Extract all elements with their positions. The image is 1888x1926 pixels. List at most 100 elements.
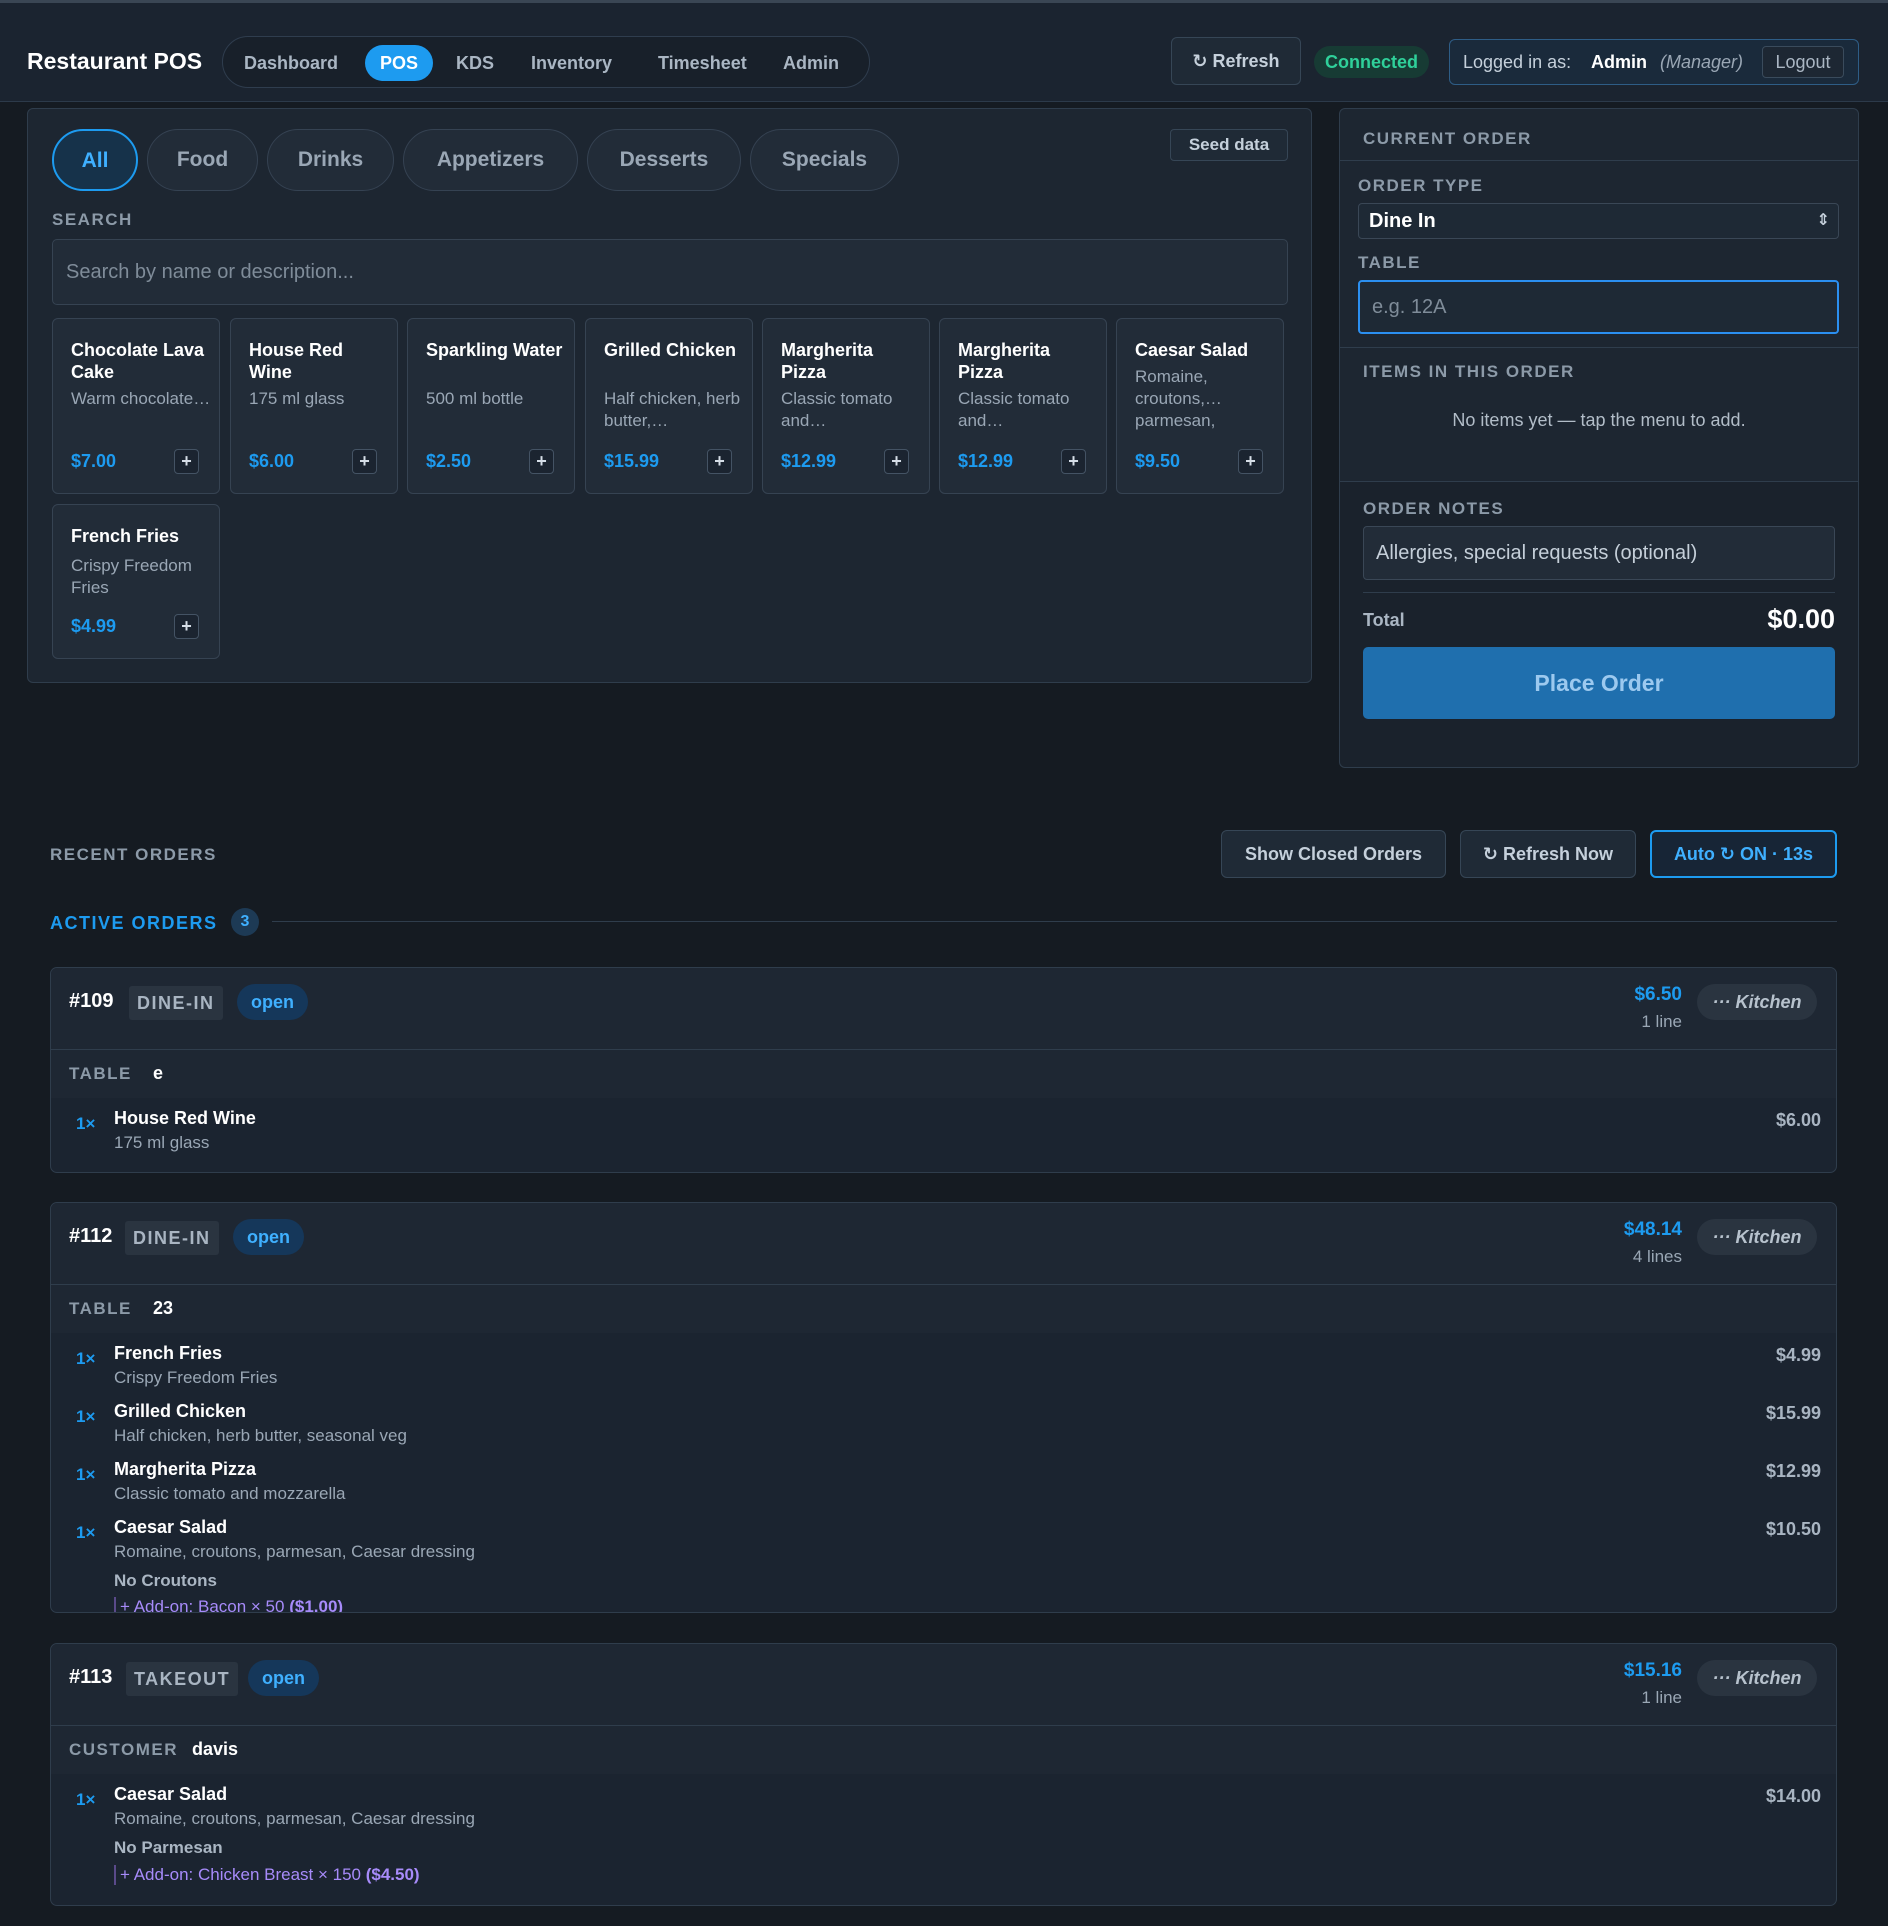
menu-item-card[interactable]: French Fries Crispy Freedom Fries $4.99 … — [52, 504, 220, 659]
nav-admin[interactable]: Admin — [768, 45, 854, 81]
send-to-kitchen-button[interactable]: ··· Kitchen — [1697, 1660, 1817, 1696]
user-box: Logged in as: Admin (Manager) Logout — [1449, 39, 1859, 85]
table-input[interactable]: e.g. 12A — [1358, 280, 1839, 334]
menu-item-name: House Red Wine — [249, 340, 344, 382]
menu-item-card[interactable]: Margherita Pizza Classic tomato and… $12… — [762, 318, 930, 494]
addon-price: ($1.00) — [289, 1597, 344, 1613]
order-number: #112 — [69, 1225, 113, 1247]
user-name: Admin — [1591, 52, 1647, 72]
order-meta-value: e — [153, 1063, 164, 1083]
menu-item-desc: Crispy Freedom Fries — [71, 556, 192, 597]
main-nav: Dashboard POS KDS Inventory Timesheet Ad… — [222, 36, 870, 88]
items-label: ITEMS IN THIS ORDER — [1363, 362, 1575, 381]
category-food[interactable]: Food — [147, 129, 258, 191]
order-type-badge: TAKEOUT — [126, 1662, 239, 1696]
menu-item-desc: Classic tomato and… — [781, 389, 893, 430]
add-item-button[interactable]: + — [529, 449, 554, 474]
menu-item-card[interactable]: Chocolate Lava Cake Warm chocolate… $7.0… — [52, 318, 220, 494]
line-price: $12.99 — [1765, 1461, 1821, 1481]
menu-item-name: Chocolate Lava Cake — [71, 340, 205, 382]
place-order-button[interactable]: Place Order — [1363, 647, 1835, 719]
search-input[interactable]: Search by name or description... — [52, 239, 1288, 305]
category-drinks[interactable]: Drinks — [267, 129, 394, 191]
menu-item-desc: Half chicken, herb butter,… — [604, 389, 741, 430]
line-price: $4.99 — [1775, 1345, 1821, 1365]
logout-button[interactable]: Logout — [1762, 46, 1844, 78]
nav-dashboard[interactable]: Dashboard — [229, 45, 353, 81]
order-total: $15.16 — [1623, 1660, 1682, 1681]
menu-item-name: Sparkling Water — [426, 340, 563, 360]
refresh-now-button[interactable]: ↻ Refresh Now — [1460, 830, 1636, 878]
line-name: Grilled Chicken — [114, 1401, 247, 1421]
add-item-button[interactable]: + — [174, 614, 199, 639]
add-item-button[interactable]: + — [174, 449, 199, 474]
top-bar: Restaurant POS Dashboard POS KDS Invento… — [0, 0, 1888, 102]
seed-data-button[interactable]: Seed data — [1170, 129, 1288, 161]
menu-item-card[interactable]: Margherita Pizza Classic tomato and… $12… — [939, 318, 1107, 494]
order-line: 1× French Fries Crispy Freedom Fries $4.… — [51, 1343, 1836, 1399]
category-appetizers[interactable]: Appetizers — [403, 129, 578, 191]
order-line: 1× Caesar Salad Romaine, croutons, parme… — [51, 1784, 1836, 1894]
order-total: $48.14 — [1623, 1219, 1682, 1240]
order-line-count: 1 line — [1641, 1012, 1682, 1031]
line-name: House Red Wine — [114, 1108, 256, 1128]
nav-pos[interactable]: POS — [365, 45, 434, 81]
add-item-button[interactable]: + — [1061, 449, 1086, 474]
line-price: $14.00 — [1765, 1786, 1821, 1806]
refresh-icon: ↻ — [1192, 51, 1208, 71]
menu-item-name: Caesar Salad — [1135, 340, 1249, 360]
category-desserts[interactable]: Desserts — [587, 129, 741, 191]
nav-timesheet[interactable]: Timesheet — [643, 45, 762, 81]
line-addon: + Add-on: Chicken Breast × 150 ($4.50) — [114, 1865, 420, 1885]
menu-item-card[interactable]: Sparkling Water 500 ml bottle $2.50 + — [407, 318, 575, 494]
menu-item-price: $6.00 — [249, 451, 295, 471]
order-type-select[interactable]: Dine In ⇕ — [1358, 203, 1839, 239]
order-notes-input[interactable]: Allergies, special requests (optional) — [1363, 526, 1835, 580]
category-specials[interactable]: Specials — [750, 129, 899, 191]
order-header: #109 DINE-IN open $6.50 1 line ··· Kitch… — [51, 968, 1836, 1050]
order-line-count: 1 line — [1641, 1688, 1682, 1707]
show-closed-orders-button[interactable]: Show Closed Orders — [1221, 830, 1446, 878]
add-item-button[interactable]: + — [884, 449, 909, 474]
divider — [1340, 347, 1858, 348]
line-desc: Half chicken, herb butter, seasonal veg — [114, 1426, 407, 1445]
order-line: 1× Grilled Chicken Half chicken, herb bu… — [51, 1401, 1836, 1457]
line-desc: Classic tomato and mozzarella — [114, 1484, 346, 1503]
line-name: Margherita Pizza — [114, 1459, 257, 1479]
menu-item-desc: 175 ml glass — [249, 389, 345, 408]
line-qty: 1× — [76, 1465, 96, 1484]
order-number: #109 — [69, 990, 114, 1012]
add-item-button[interactable]: + — [352, 449, 377, 474]
addon-text: + Add-on: Bacon × 50 — [120, 1597, 285, 1613]
order-meta-label: TABLE — [69, 1064, 132, 1083]
category-all[interactable]: All — [52, 129, 138, 191]
app-title: Restaurant POS — [27, 48, 203, 74]
refresh-button[interactable]: ↻ Refresh — [1171, 37, 1301, 85]
line-name: Caesar Salad — [114, 1517, 228, 1537]
order-line-count: 4 lines — [1632, 1247, 1682, 1266]
nav-inventory[interactable]: Inventory — [516, 45, 627, 81]
order-type-badge: DINE-IN — [129, 986, 223, 1020]
send-to-kitchen-button[interactable]: ··· Kitchen — [1697, 984, 1817, 1020]
addon-price: ($4.50) — [365, 1865, 420, 1884]
line-qty: 1× — [76, 1114, 96, 1133]
line-addon: + Add-on: Bacon × 50 ($1.00) — [114, 1597, 344, 1613]
menu-item-price: $4.99 — [71, 616, 117, 636]
menu-item-card[interactable]: Grilled Chicken Half chicken, herb butte… — [585, 318, 753, 494]
line-qty: 1× — [76, 1790, 96, 1809]
menu-item-card[interactable]: House Red Wine 175 ml glass $6.00 + — [230, 318, 398, 494]
add-item-button[interactable]: + — [1238, 449, 1263, 474]
nav-kds[interactable]: KDS — [441, 45, 509, 81]
table-label: TABLE — [1358, 253, 1421, 272]
order-meta-row: TABLE 23 — [51, 1285, 1836, 1333]
send-to-kitchen-button[interactable]: ··· Kitchen — [1697, 1219, 1817, 1255]
add-item-button[interactable]: + — [707, 449, 732, 474]
order-meta-row: TABLE e — [51, 1050, 1836, 1098]
menu-item-price: $12.99 — [781, 451, 837, 471]
menu-item-card[interactable]: Caesar Salad Romaine, croutons,… parmesa… — [1116, 318, 1284, 494]
auto-refresh-toggle[interactable]: Auto ↻ ON · 13s — [1650, 830, 1837, 878]
order-header: #112 DINE-IN open $48.14 4 lines ··· Kit… — [51, 1203, 1836, 1285]
line-qty: 1× — [76, 1349, 96, 1368]
menu-item-desc: Romaine, croutons,… parmesan, — [1135, 367, 1222, 430]
menu-item-name: Margherita Pizza — [781, 340, 874, 382]
